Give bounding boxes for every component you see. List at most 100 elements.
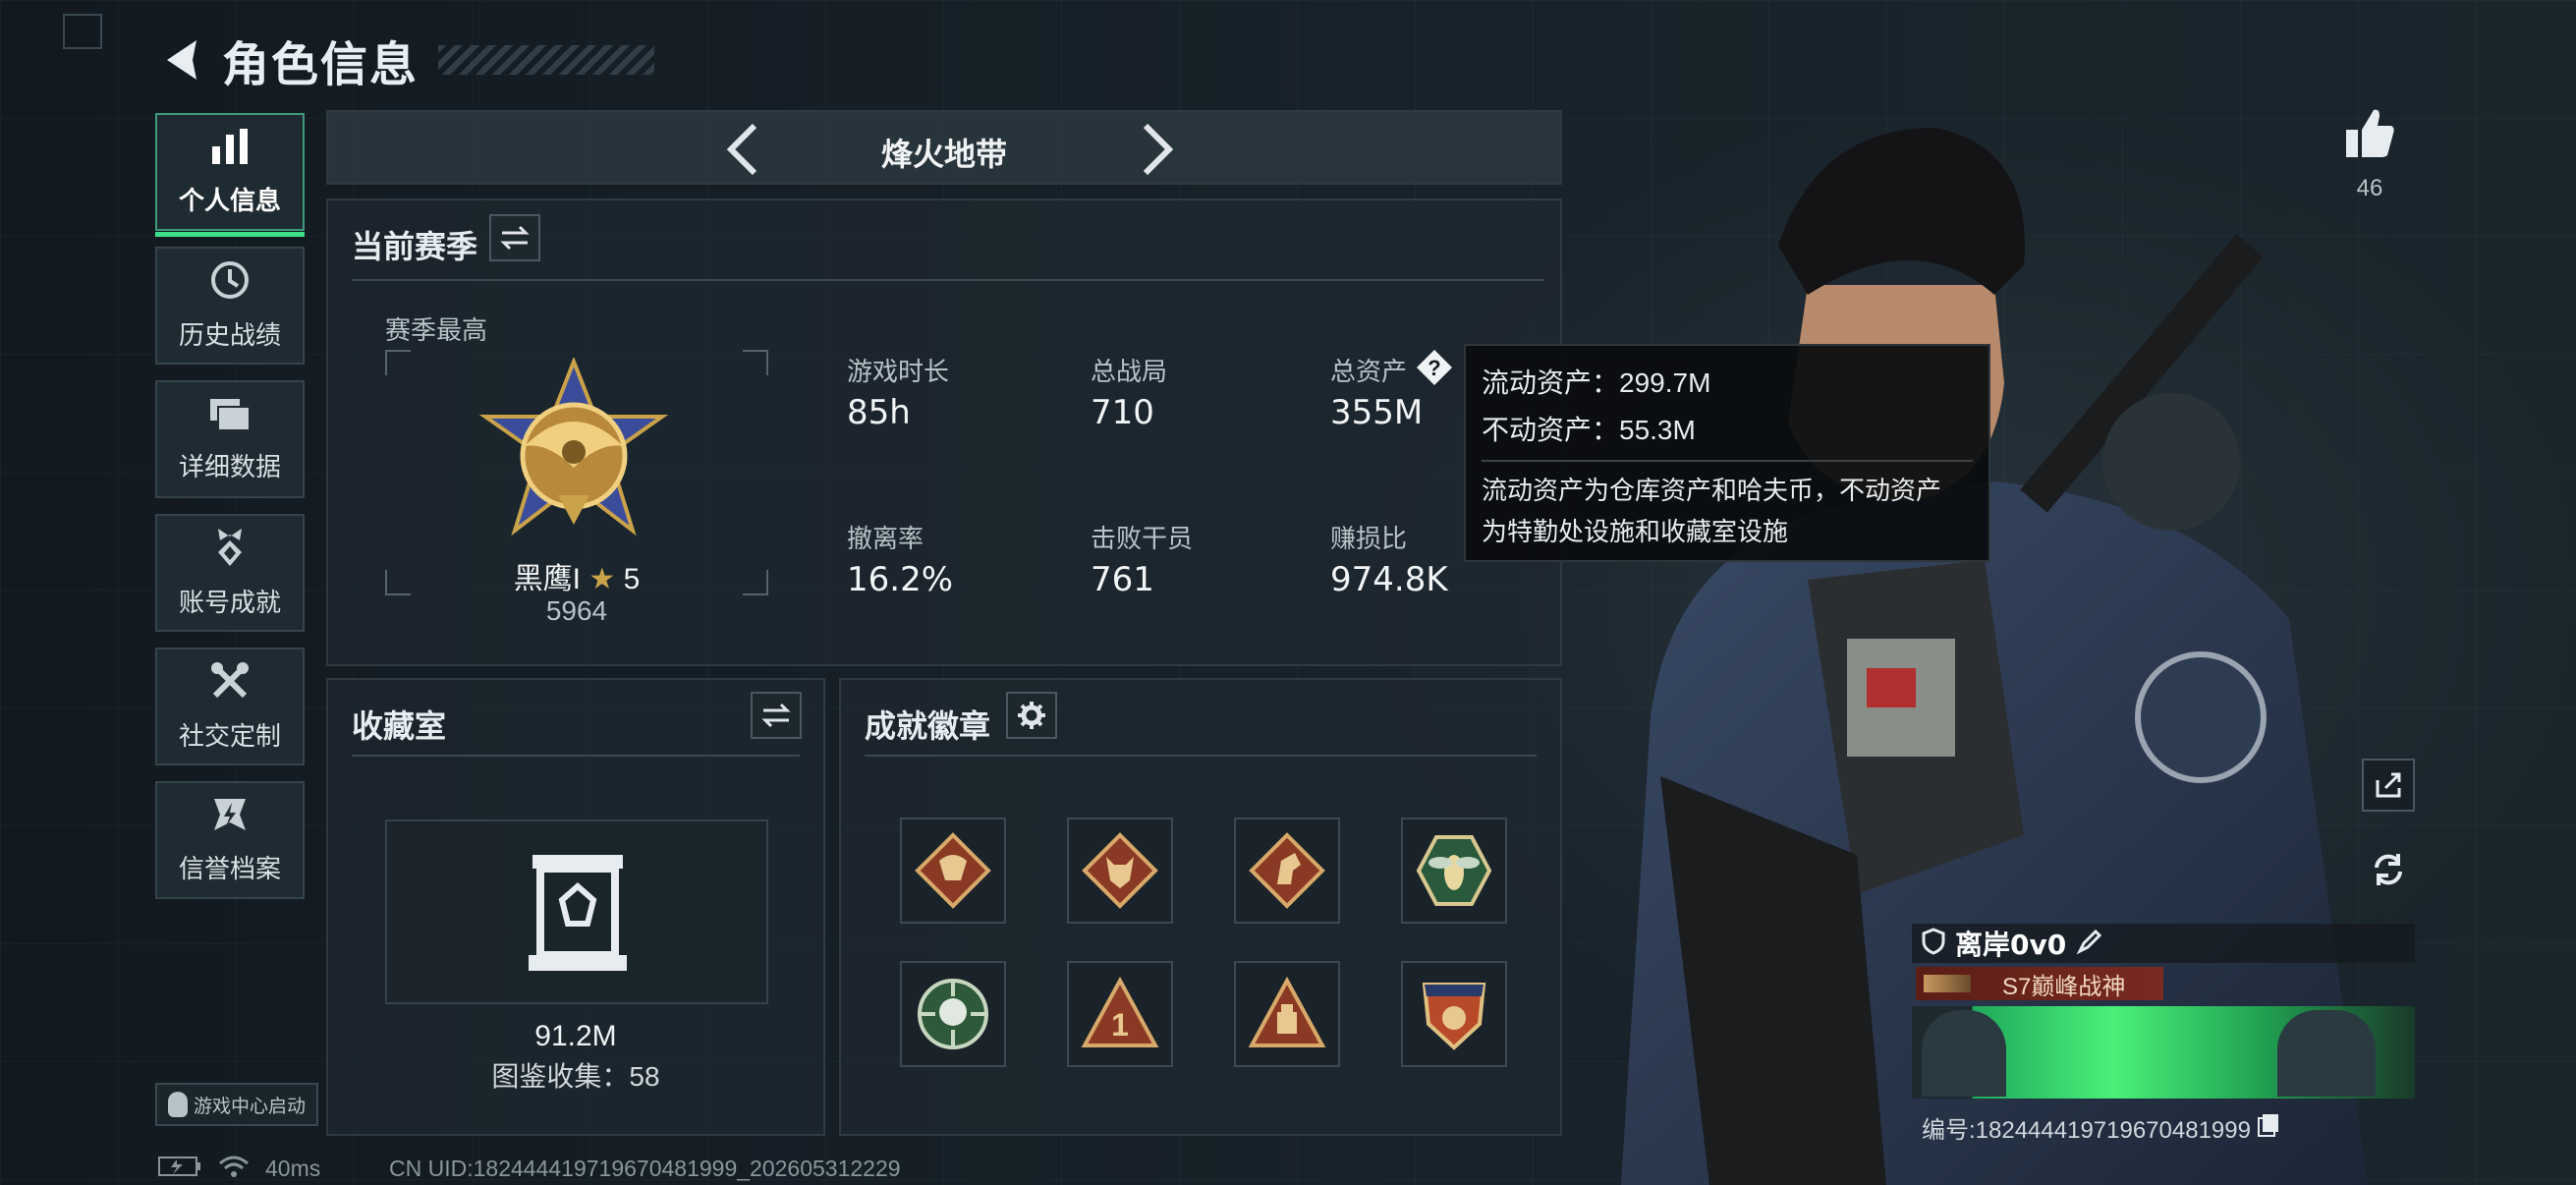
stat-value-total-matches: 710	[1091, 393, 1154, 432]
hornet-badge-icon	[1416, 835, 1492, 906]
svg-text:1: 1	[1111, 1007, 1129, 1043]
history-icon	[209, 259, 251, 306]
skull-scope-badge-icon	[918, 979, 988, 1049]
badge-supply[interactable]	[1234, 961, 1340, 1067]
copy-icon[interactable]	[2257, 1112, 2280, 1143]
sidebar-item-label: 个人信息	[178, 186, 281, 215]
swap-icon	[500, 225, 530, 251]
badges-divider	[865, 755, 1537, 757]
banner-operator-left	[1922, 1010, 2006, 1097]
like-count: 46	[2356, 175, 2383, 201]
sidebar-item-history[interactable]: 历史战绩	[155, 247, 305, 365]
wifi-icon	[218, 1154, 250, 1184]
season-swap-button[interactable]	[489, 214, 540, 261]
player-card[interactable]: 离岸0v0 S7巅峰战神 编号:18244441971967048199​9	[1912, 924, 2415, 1148]
banner-operator-right	[2277, 1010, 2376, 1097]
tooltip-fixed-assets: 不动资产：55.3M	[1482, 415, 1696, 445]
sidebar-item-social-custom[interactable]: 社交定制	[155, 648, 305, 765]
badge-eagle-shield[interactable]	[1401, 961, 1507, 1067]
stat-label-profit-ratio: 赚损比	[1330, 524, 1408, 553]
stat-label-total-assets: 总资产	[1330, 357, 1408, 386]
sidebar-item-personal-info[interactable]: 个人信息	[155, 113, 305, 237]
season-divider	[352, 279, 1544, 281]
folder-icon	[208, 395, 252, 437]
reputation-icon	[210, 795, 250, 839]
tooltip-desc-line1: 流动资产为仓库资产和哈夫币，不动资产	[1482, 476, 1942, 505]
share-button[interactable]	[2362, 759, 2415, 812]
badge-number-one[interactable]: 1	[1067, 961, 1173, 1067]
badge-wolf[interactable]	[1067, 818, 1173, 924]
back-arrow-icon[interactable]	[157, 35, 202, 85]
rank-name-row: 黑鹰I ★ 5	[385, 554, 768, 597]
badge-horse[interactable]	[1234, 818, 1340, 924]
achievement-icon	[210, 527, 250, 573]
player-title: S7巅峰战神	[2002, 973, 2126, 1000]
sidebar-item-reputation[interactable]: 信誉档案	[155, 781, 305, 899]
page-title: 角色信息	[222, 39, 420, 91]
stat-label-playtime: 游戏时长	[847, 357, 950, 386]
weapon-title-icon	[1924, 975, 1971, 992]
gear-icon	[1018, 702, 1045, 729]
stat-value-playtime: 85h	[847, 393, 911, 432]
dragon-badge-icon	[915, 832, 991, 909]
badges-settings-button[interactable]	[1006, 692, 1057, 739]
collection-title: 收藏室	[352, 708, 447, 744]
sidebar-item-label: 详细数据	[178, 452, 281, 481]
badge-dragon[interactable]	[900, 818, 1006, 924]
stat-label-total-matches: 总战局	[1091, 357, 1168, 386]
bar-chart-icon	[208, 127, 252, 171]
stat-label-kills: 击败干员	[1091, 524, 1194, 553]
help-icon[interactable]: ?	[1415, 348, 1454, 387]
sidebar-item-achievements[interactable]: 账号成就	[155, 514, 305, 632]
player-name-row: 离岸0v0	[1912, 924, 2415, 963]
collection-divider	[352, 755, 800, 757]
assets-tooltip: 流动资产：299.7M 不动资产：55.3M 流动资产为仓库资产和哈夫币，不动资…	[1464, 344, 1990, 562]
supply-badge-icon	[1248, 976, 1326, 1047]
collection-swap-button[interactable]	[751, 692, 802, 739]
sidebar-item-label: 信誉档案	[178, 854, 281, 883]
badge-skull-scope[interactable]	[900, 961, 1006, 1067]
collection-preview[interactable]	[385, 819, 768, 1004]
mode-label: 烽火地带	[880, 137, 1007, 172]
collection-panel: 收藏室 91.2M 图鉴收集：58	[326, 678, 825, 1136]
corner-marker-icon	[63, 14, 102, 49]
rotate-button[interactable]	[2362, 843, 2415, 896]
badges-panel: 成就徽章 1	[839, 678, 1562, 1136]
sidebar-item-detailed-data[interactable]: 详细数据	[155, 380, 305, 498]
eagle-shield-badge-icon	[1422, 983, 1486, 1050]
rotate-icon	[2375, 854, 2402, 885]
badge-hornet[interactable]	[1401, 818, 1507, 924]
star-icon: ★	[588, 563, 616, 595]
status-bar: 40ms CN UID:18244441971967048199​9_20260…	[157, 1154, 901, 1184]
season-title: 当前赛季	[352, 229, 478, 264]
svg-text:?: ?	[1428, 356, 1440, 380]
season-best-label: 赛季最高	[385, 315, 488, 345]
number-one-badge-icon: 1	[1081, 976, 1159, 1047]
sidebar-item-label: 历史战绩	[178, 320, 281, 350]
sidebar-item-label: 社交定制	[178, 721, 281, 751]
stat-value-profit-ratio: 974.8K	[1330, 560, 1448, 599]
game-center-button[interactable]: 游戏中心启动	[155, 1083, 318, 1126]
mode-next-arrow[interactable]	[1134, 122, 1179, 177]
badges-title: 成就徽章	[865, 708, 991, 744]
tooltip-desc-line2: 为特勤处设施和收藏室设施	[1482, 517, 1789, 546]
rank-name: 黑鹰I	[513, 563, 582, 595]
ping-value: 40ms	[265, 1156, 321, 1181]
cn-uid: CN UID:18244441971967048199​9_2026053122…	[389, 1156, 901, 1181]
player-name: 离岸0v0	[1955, 929, 2067, 961]
rank-stars: 5	[623, 563, 641, 595]
horse-badge-icon	[1249, 832, 1325, 909]
rank-medal-icon	[476, 356, 672, 554]
shield-icon	[1922, 927, 1945, 960]
collection-value: 91.2M	[534, 1020, 617, 1052]
swap-icon	[761, 703, 791, 728]
page-header: 角色信息	[157, 26, 655, 94]
season-panel: 当前赛季 赛季最高 黑鹰I ★ 5 5964 游戏时长 85h 总战局 710 …	[326, 198, 1562, 666]
game-center-label: 游戏中心启动	[193, 1096, 306, 1117]
thumbs-up-icon[interactable]	[2342, 106, 2397, 161]
display-case-icon	[527, 851, 629, 975]
edit-icon[interactable]	[2076, 928, 2103, 960]
rank-score: 5964	[545, 595, 608, 626]
collection-catalog: 图鉴收集：58	[491, 1061, 660, 1092]
title-decoration	[438, 45, 655, 75]
